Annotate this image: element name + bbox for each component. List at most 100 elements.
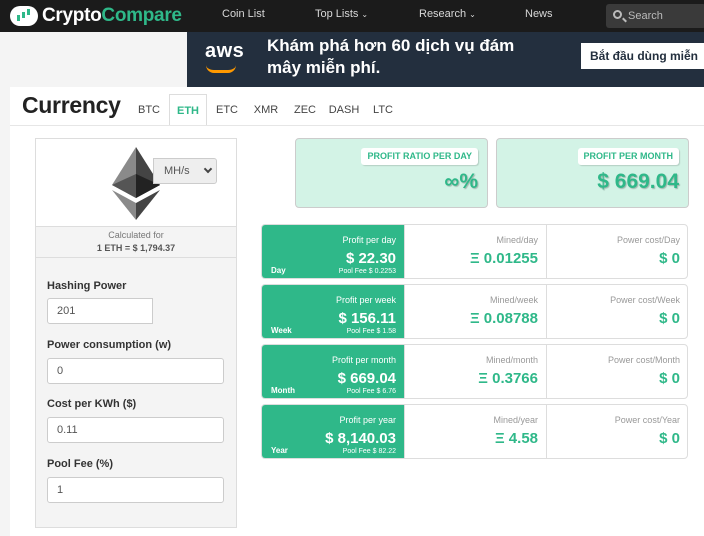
profit-value: $ 669.04	[337, 370, 396, 387]
power-cost-cell: Power cost/Year $ 0	[546, 405, 688, 458]
profit-ratio-card: PROFIT RATIO PER DAY ∞%	[295, 138, 488, 208]
search-box[interactable]	[606, 4, 704, 28]
exchange-rate: 1 ETH = $ 1,794.37	[96, 243, 176, 253]
aws-smile-icon	[206, 65, 236, 73]
result-row-week: Profit per week $ 156.11 Pool Fee $ 1.58…	[261, 284, 688, 339]
power-cost-cell: Power cost/Week $ 0	[546, 285, 688, 338]
tab-xmr[interactable]: XMR	[247, 94, 285, 126]
currency-tabs: BTC ETH ETC XMR ZEC DASH LTC	[130, 94, 403, 126]
tab-zec[interactable]: ZEC	[286, 94, 324, 126]
top-navigation: CryptoCompare Coin List Top Lists ⌄ Resea…	[0, 0, 704, 32]
logo-chart-icon	[10, 6, 38, 26]
result-row-day: Profit per day $ 22.30 Pool Fee $ 0.2253…	[261, 224, 688, 279]
cost-per-kwh-label: Cost per KWh ($)	[47, 398, 137, 410]
pool-fee-label: Pool Fee (%)	[47, 458, 114, 470]
mined-label: Mined/month	[485, 355, 538, 365]
power-cost-value: $ 0	[659, 310, 680, 327]
profit-label: Profit per month	[331, 355, 396, 365]
nav-research[interactable]: Research ⌄	[419, 8, 476, 20]
tab-etc[interactable]: ETC	[208, 94, 246, 126]
profit-label: Profit per day	[342, 235, 396, 245]
mined-cell: Mined/year Ξ 4.58	[404, 405, 546, 458]
profit-ratio-label: PROFIT RATIO PER DAY	[361, 148, 478, 165]
mined-label: Mined/year	[493, 415, 538, 425]
banner-headline: Khám phá hơn 60 dịch vụ đám mây miễn phí…	[267, 36, 515, 77]
mined-value: Ξ 0.3766	[478, 370, 538, 387]
profit-value: $ 156.11	[338, 310, 396, 327]
power-cost-cell: Power cost/Month $ 0	[546, 345, 688, 398]
profit-value: $ 22.30	[345, 250, 396, 267]
profit-cell: Profit per year $ 8,140.03 Pool Fee $ 82…	[262, 405, 404, 458]
result-row-month: Profit per month $ 669.04 Pool Fee $ 6.7…	[261, 344, 688, 399]
period-label: Week	[271, 326, 292, 335]
mined-cell: Mined/day Ξ 0.01255	[404, 225, 546, 278]
power-consumption-label: Power consumption (w)	[47, 339, 172, 351]
search-icon	[613, 10, 622, 19]
chevron-down-icon: ⌄	[361, 10, 369, 19]
mined-value: Ξ 0.08788	[469, 310, 538, 327]
pool-fee-input[interactable]	[47, 477, 224, 503]
tab-eth[interactable]: ETH	[169, 94, 207, 126]
profit-ratio-value: ∞%	[444, 170, 478, 193]
mined-label: Mined/day	[496, 235, 538, 245]
coin-calculation-info: Calculated for 1 ETH = $ 1,794.37	[36, 229, 236, 255]
power-cost-label: Power cost/Month	[607, 355, 680, 365]
mined-cell: Mined/week Ξ 0.08788	[404, 285, 546, 338]
power-cost-label: Power cost/Week	[610, 295, 680, 305]
profit-cell: Profit per day $ 22.30 Pool Fee $ 0.2253…	[262, 225, 404, 278]
cost-per-kwh-input[interactable]	[47, 417, 224, 443]
period-label: Year	[271, 446, 288, 455]
profit-cell: Profit per month $ 669.04 Pool Fee $ 6.7…	[262, 345, 404, 398]
tab-dash[interactable]: DASH	[325, 94, 363, 126]
nav-coin-list[interactable]: Coin List	[222, 8, 265, 20]
nav-top-lists[interactable]: Top Lists ⌄	[315, 8, 368, 20]
power-cost-value: $ 0	[659, 430, 680, 447]
nav-coin-list-label: Coin List	[222, 8, 265, 20]
chevron-down-icon: ⌄	[469, 10, 476, 19]
hashing-power-input[interactable]	[47, 298, 153, 324]
nav-news-label: News	[525, 8, 553, 20]
aws-logo: aws	[205, 40, 245, 62]
nav-news[interactable]: News	[525, 8, 553, 20]
page-title: Currency	[22, 92, 121, 118]
power-consumption-input[interactable]	[47, 358, 224, 384]
brand-name-part1: Crypto	[42, 5, 102, 26]
tab-divider	[10, 125, 704, 126]
power-cost-value: $ 0	[659, 250, 680, 267]
result-row-year: Profit per year $ 8,140.03 Pool Fee $ 82…	[261, 404, 688, 459]
banner-cta-button[interactable]: Bắt đầu dùng miễn	[581, 43, 704, 69]
power-cost-label: Power cost/Year	[614, 415, 680, 425]
chevron-down-icon	[203, 164, 213, 174]
pool-fee-value: Pool Fee $ 6.76	[346, 388, 396, 395]
mined-label: Mined/week	[489, 295, 538, 305]
nav-research-label: Research	[419, 8, 467, 20]
tab-ltc[interactable]: LTC	[364, 94, 402, 126]
power-cost-cell: Power cost/Day $ 0	[546, 225, 688, 278]
search-input[interactable]	[628, 8, 704, 24]
hashing-unit-value: MH/s	[164, 165, 190, 177]
profit-month-label: PROFIT PER MONTH	[577, 148, 679, 165]
mined-value: Ξ 4.58	[494, 430, 538, 447]
period-label: Day	[271, 266, 286, 275]
tab-btc[interactable]: BTC	[130, 94, 168, 126]
power-cost-label: Power cost/Day	[616, 235, 680, 245]
profit-month-card: PROFIT PER MONTH $ 669.04	[496, 138, 689, 208]
hashing-unit-select[interactable]: MH/s	[153, 158, 217, 184]
pool-fee-value: Pool Fee $ 0.2253	[338, 268, 396, 275]
cryptocompare-logo[interactable]: CryptoCompare	[10, 5, 182, 27]
pool-fee-value: Pool Fee $ 1.58	[346, 328, 396, 335]
profit-label: Profit per week	[335, 295, 396, 305]
nav-top-lists-label: Top Lists	[315, 8, 359, 20]
power-cost-value: $ 0	[659, 370, 680, 387]
brand-name-part2: Compare	[101, 5, 182, 26]
profit-month-value: $ 669.04	[597, 170, 679, 193]
profit-value: $ 8,140.03	[325, 430, 396, 447]
calculated-for-label: Calculated for	[108, 230, 164, 240]
mined-value: Ξ 0.01255	[469, 250, 538, 267]
period-label: Month	[271, 386, 295, 395]
hashing-power-label: Hashing Power	[47, 280, 127, 292]
advertisement-banner[interactable]: aws Khám phá hơn 60 dịch vụ đám mây miễn…	[187, 32, 704, 87]
pool-fee-value: Pool Fee $ 82.22	[342, 448, 396, 455]
profit-cell: Profit per week $ 156.11 Pool Fee $ 1.58…	[262, 285, 404, 338]
mined-cell: Mined/month Ξ 0.3766	[404, 345, 546, 398]
